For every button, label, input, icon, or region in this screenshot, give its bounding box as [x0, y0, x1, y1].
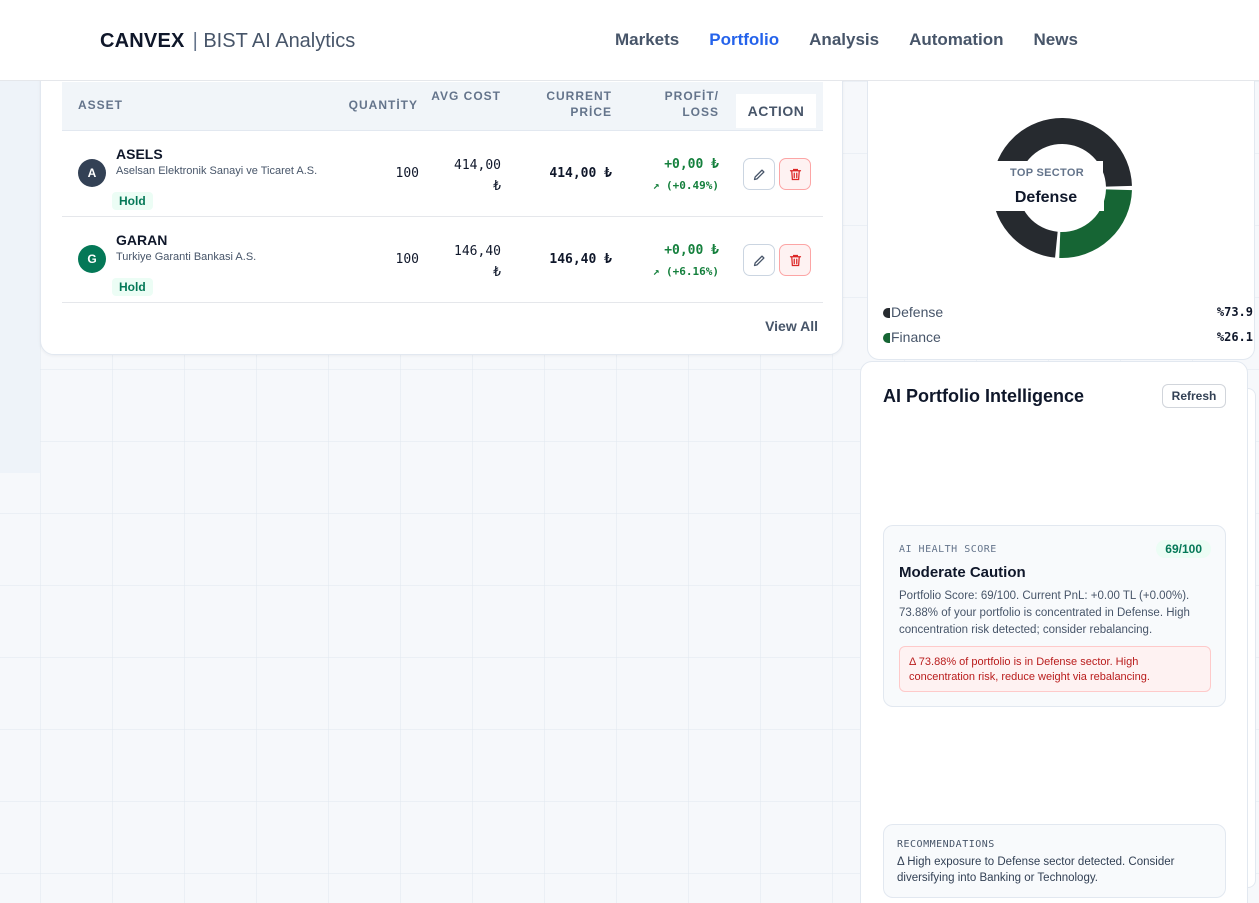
recommendation-text: Δ High exposure to Defense sector detect…	[897, 856, 1175, 884]
avg-cost-value: 414,00 ₺	[454, 155, 501, 197]
profit-loss-value: +0,00 ₺	[664, 157, 719, 172]
quantity-value: 100	[395, 166, 419, 181]
sector-card: TOP SECTOR Defense Defense %73.9 Finance…	[867, 60, 1255, 360]
legend-label: Finance	[883, 326, 965, 348]
brand[interactable]: CANVEX | BIST AI Analytics	[100, 30, 355, 53]
nav-markets[interactable]: Markets	[615, 30, 679, 50]
current-price-value: 414,00 ₺	[549, 166, 612, 181]
nav-news[interactable]: News	[1034, 30, 1078, 50]
quantity-value: 100	[395, 252, 419, 267]
avg-cost-currency: ₺	[493, 179, 501, 194]
brand-separator: |	[192, 30, 198, 52]
badge-label: Hold	[112, 192, 153, 210]
edit-button[interactable]	[743, 158, 775, 190]
adjacent-card-edge	[1248, 388, 1256, 888]
asset-company: Turkiye Garanti Bankasi A.S.	[116, 251, 257, 263]
asset-company: Aselsan Elektronik Sanayi ve Ticaret A.S…	[116, 165, 318, 177]
delete-button[interactable]	[779, 158, 811, 190]
pencil-icon	[753, 169, 764, 180]
current-price-value: 146,40 ₺	[549, 252, 612, 267]
table-row[interactable]: A ASELS Aselsan Elektronik Sanayi ve Tic…	[62, 131, 823, 217]
nav-portfolio[interactable]: Portfolio	[709, 30, 779, 50]
health-score-label: AI HEALTH SCORE	[899, 544, 997, 555]
top-navigation: CANVEX | BIST AI Analytics Markets Portfo…	[0, 0, 1259, 81]
badge-label: Hold	[112, 278, 153, 296]
recommendations-box: RECOMMENDATIONS Δ High exposure to Defen…	[883, 824, 1226, 898]
header-profit-loss[interactable]: PROFİT/ LOSS	[639, 88, 719, 120]
profit-loss-percent: ↗ (+6.16%)	[652, 265, 719, 278]
legend-percent: %73.9	[1216, 305, 1253, 319]
trash-icon	[789, 168, 801, 180]
refresh-button[interactable]: Refresh	[1162, 384, 1226, 408]
legend-item-finance: Finance %26.1	[883, 326, 1253, 348]
brand-subtitle: BIST AI Analytics	[203, 30, 356, 52]
legend-dot-icon	[883, 308, 890, 318]
header-avg-cost[interactable]: AVG COST	[421, 88, 501, 104]
pencil-icon	[753, 255, 764, 266]
holdings-card: ASSET QUANTİTY AVG COST CURRENT PRİCE PR…	[40, 60, 843, 355]
profit-loss-value: +0,00 ₺	[664, 243, 719, 258]
avatar: G	[78, 245, 106, 273]
concentration-warning: Δ 73.88% of portfolio is in Defense sect…	[899, 646, 1211, 692]
header-asset[interactable]: ASSET	[78, 97, 123, 113]
edit-button[interactable]	[743, 244, 775, 276]
brand-name: CANVEX	[100, 30, 185, 52]
profit-loss: +0,00 ₺ ↗ (+6.16%)	[653, 240, 719, 282]
legend-item-defense: Defense %73.9	[883, 301, 1253, 323]
avg-cost-amount: 146,40	[454, 244, 501, 259]
health-score-title: Moderate Caution	[899, 564, 1026, 581]
main-nav: Markets Portfolio Analysis Automation Ne…	[615, 30, 1078, 50]
legend-percent: %26.1	[1216, 330, 1253, 344]
nav-analysis[interactable]: Analysis	[809, 30, 879, 50]
health-score-description: Portfolio Score: 69/100. Current PnL: +0…	[899, 590, 1190, 636]
health-score-badge: 69/100	[1156, 540, 1211, 558]
view-all-button[interactable]: View All	[736, 311, 822, 341]
profit-loss-percent: ↗ (+0.49%)	[652, 179, 719, 192]
ai-card-title: AI Portfolio Intelligence	[883, 386, 1085, 406]
trash-icon	[789, 254, 801, 266]
avatar: A	[78, 159, 106, 187]
avg-cost-currency: ₺	[493, 265, 501, 280]
recommendations-label: RECOMMENDATIONS	[897, 839, 995, 850]
header-quantity[interactable]: QUANTİTY	[349, 97, 418, 113]
header-current-price[interactable]: CURRENT PRİCE	[512, 88, 612, 120]
top-sector-name: Defense	[988, 185, 1104, 211]
background-panel	[0, 81, 40, 473]
delete-button[interactable]	[779, 244, 811, 276]
nav-automation[interactable]: Automation	[909, 30, 1003, 50]
top-sector-label: TOP SECTOR	[991, 161, 1103, 185]
profit-loss: +0,00 ₺ ↗ (+0.49%)	[653, 154, 719, 196]
table-header: ASSET QUANTİTY AVG COST CURRENT PRİCE PR…	[62, 82, 823, 131]
status-badge: Hold	[112, 186, 186, 214]
asset-ticker: GARAN	[116, 232, 168, 248]
header-action: ACTION	[736, 94, 816, 128]
legend-name: Defense	[891, 304, 944, 320]
legend-name: Finance	[891, 329, 941, 345]
health-score-box: AI HEALTH SCORE 69/100 Moderate Caution …	[883, 525, 1226, 707]
asset-ticker: ASELS	[116, 146, 163, 162]
avg-cost-amount: 414,00	[454, 158, 501, 173]
legend-dot-icon	[883, 333, 890, 343]
ai-intelligence-card: AI Portfolio Intelligence Refresh AI HEA…	[860, 361, 1248, 903]
legend-label: Defense	[883, 301, 965, 323]
status-badge: Hold	[112, 272, 186, 300]
table-row[interactable]: G GARAN Turkiye Garanti Bankasi A.S. Hol…	[62, 217, 823, 303]
avg-cost-value: 146,40 ₺	[454, 241, 501, 283]
